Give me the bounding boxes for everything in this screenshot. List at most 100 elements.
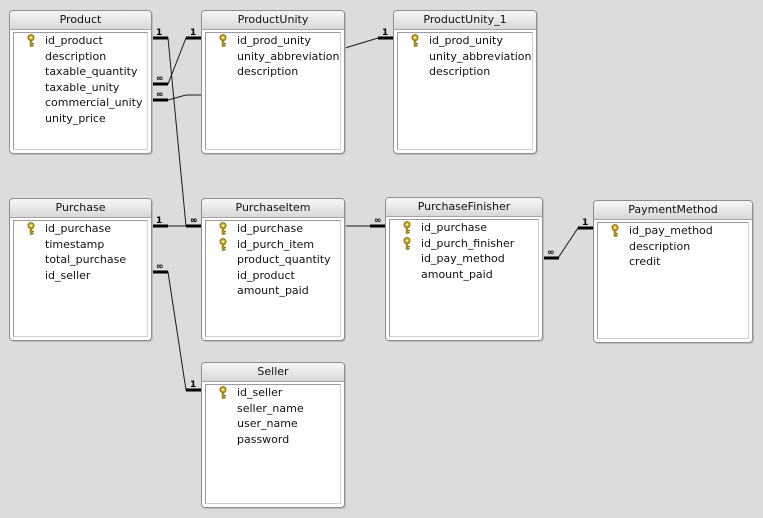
- table-title[interactable]: PurchaseItem: [202, 199, 344, 218]
- field-name: commercial_unity: [45, 96, 143, 109]
- primary-key-icon: [218, 222, 228, 235]
- field-list: id_pay_method description credit: [597, 222, 749, 339]
- field-row[interactable]: seller_name: [206, 401, 340, 417]
- field-row[interactable]: unity_abbreviation: [206, 49, 340, 65]
- cardinality-one-label: 1: [156, 216, 162, 226]
- cardinality-one-label: 1: [190, 380, 196, 390]
- field-row[interactable]: id_purch_item: [206, 237, 340, 253]
- relationship-line-purchase-seller[interactable]: [152, 271, 201, 391]
- field-name: id_prod_unity: [429, 34, 503, 47]
- primary-key-icon: [26, 34, 36, 47]
- field-list: id_purchase id_purch_item product_quantity…: [205, 220, 341, 337]
- table-purchasefinisher[interactable]: PurchaseFinisher id_purchase id_purch_fini…: [385, 197, 543, 341]
- field-list: id_purchase id_purch_finisher id_pay_metho…: [389, 219, 539, 337]
- field-name: id_seller: [45, 268, 91, 282]
- field-name: total_purchase: [45, 253, 127, 266]
- primary-key-icon: [410, 34, 420, 47]
- field-name: unity_price: [45, 111, 106, 125]
- cardinality-many-label: ∞: [156, 90, 164, 100]
- primary-key-icon: [218, 34, 228, 47]
- field-name: id_purch_item: [237, 237, 315, 251]
- field-name: id_prod_unity: [237, 34, 311, 47]
- table-title[interactable]: ProductUnity: [202, 11, 344, 30]
- field-row[interactable]: id_purch_finisher: [390, 236, 538, 252]
- field-row[interactable]: commercial_unity: [14, 95, 147, 111]
- field-row[interactable]: timestamp: [14, 237, 147, 253]
- field-row[interactable]: id_prod_unity: [206, 33, 340, 49]
- field-list: id_seller seller_name user_name password: [205, 384, 341, 504]
- table-title[interactable]: PurchaseFinisher: [386, 198, 542, 217]
- table-title[interactable]: Product: [10, 11, 151, 30]
- field-row[interactable]: credit: [598, 254, 748, 270]
- table-title[interactable]: ProductUnity_1: [394, 11, 536, 30]
- relationship-line-productunity-commercial[interactable]: [152, 94, 201, 101]
- field-name: description: [237, 65, 299, 78]
- cardinality-one-label: 1: [382, 28, 388, 38]
- field-name: id_purchase: [45, 222, 112, 235]
- field-name: taxable_unity: [45, 80, 120, 94]
- field-row[interactable]: id_prod_unity: [398, 33, 532, 49]
- field-name: credit: [629, 255, 661, 268]
- relationship-diagram: 1 ∞ 1 ∞ ∞ 1 1 ∞ 1 ∞ ∞ 1 ∞ Product id_product descripti…: [0, 0, 763, 518]
- field-row[interactable]: unity_abbreviation: [398, 49, 532, 65]
- field-name: amount_paid: [237, 284, 309, 297]
- field-name: description: [429, 65, 491, 78]
- field-list: id_prod_unity unity_abbreviation descripti…: [205, 32, 341, 150]
- field-row[interactable]: description: [398, 64, 532, 80]
- field-name: amount_paid: [421, 267, 493, 281]
- field-row[interactable]: user_name: [206, 416, 340, 432]
- field-row[interactable]: id_purchase: [390, 220, 538, 236]
- field-row[interactable]: description: [206, 64, 340, 80]
- field-row[interactable]: id_seller: [14, 268, 147, 284]
- field-name: taxable_quantity: [45, 65, 138, 78]
- field-name: id_purchase: [421, 221, 488, 234]
- table-product[interactable]: Product id_product description taxable_quan…: [9, 10, 152, 154]
- field-name: seller_name: [237, 401, 304, 415]
- field-name: timestamp: [45, 237, 105, 251]
- relationship-line-paymentmethod-purchasefinisher[interactable]: [543, 227, 593, 259]
- field-name: description: [45, 49, 107, 63]
- field-list: id_product description taxable_quantitytax…: [13, 32, 148, 150]
- relationship-line-product-purchaseitem[interactable]: [152, 37, 201, 227]
- table-productunity[interactable]: ProductUnity id_prod_unity unity_abbreviat…: [201, 10, 345, 154]
- cardinality-one-label: 1: [190, 28, 196, 38]
- cardinality-many-label: ∞: [156, 262, 164, 272]
- table-productunity1[interactable]: ProductUnity_1 id_prod_unity unity_abbrevi…: [393, 10, 537, 154]
- field-row[interactable]: description: [598, 239, 748, 255]
- primary-key-icon: [402, 221, 412, 234]
- field-row[interactable]: id_product: [14, 33, 147, 49]
- table-purchaseitem[interactable]: PurchaseItem id_purchase id_purch_itemprod…: [201, 198, 345, 341]
- field-row[interactable]: id_purchase: [14, 221, 147, 237]
- table-title[interactable]: PaymentMethod: [594, 201, 752, 220]
- table-title[interactable]: Seller: [202, 363, 344, 382]
- field-name: id_seller: [237, 386, 283, 399]
- field-row[interactable]: product_quantity: [206, 252, 340, 268]
- field-row[interactable]: amount_paid: [206, 283, 340, 299]
- field-row[interactable]: id_pay_method: [598, 223, 748, 239]
- field-row[interactable]: total_purchase: [14, 252, 147, 268]
- field-row[interactable]: id_purchase: [206, 221, 340, 237]
- field-row[interactable]: unity_price: [14, 111, 147, 127]
- cardinality-many-label: ∞: [190, 216, 198, 226]
- table-seller[interactable]: Seller id_seller seller_name user_name passw…: [201, 362, 345, 508]
- cardinality-many-label: ∞: [156, 74, 164, 84]
- table-title[interactable]: Purchase: [10, 199, 151, 218]
- field-row[interactable]: id_product: [206, 268, 340, 284]
- primary-key-icon: [218, 237, 228, 251]
- field-name: description: [629, 239, 691, 253]
- field-row[interactable]: id_pay_method: [390, 251, 538, 267]
- primary-key-icon: [402, 236, 412, 250]
- field-row[interactable]: amount_paid: [390, 267, 538, 283]
- cardinality-one-label: 1: [156, 28, 162, 38]
- field-name: id_pay_method: [421, 252, 505, 265]
- relationship-line-productunity-taxable[interactable]: [152, 37, 201, 85]
- field-row[interactable]: taxable_quantity: [14, 64, 147, 80]
- field-row[interactable]: id_seller: [206, 385, 340, 401]
- table-purchase[interactable]: Purchase id_purchase timestamp total_purcha…: [9, 198, 152, 341]
- field-row[interactable]: password: [206, 432, 340, 448]
- relationship-line-productunity-productunity1[interactable]: [344, 37, 393, 49]
- table-paymentmethod[interactable]: PaymentMethod id_pay_method description cre…: [593, 200, 753, 343]
- field-name: product_quantity: [237, 253, 331, 266]
- field-row[interactable]: description: [14, 49, 147, 65]
- field-row[interactable]: taxable_unity: [14, 80, 147, 96]
